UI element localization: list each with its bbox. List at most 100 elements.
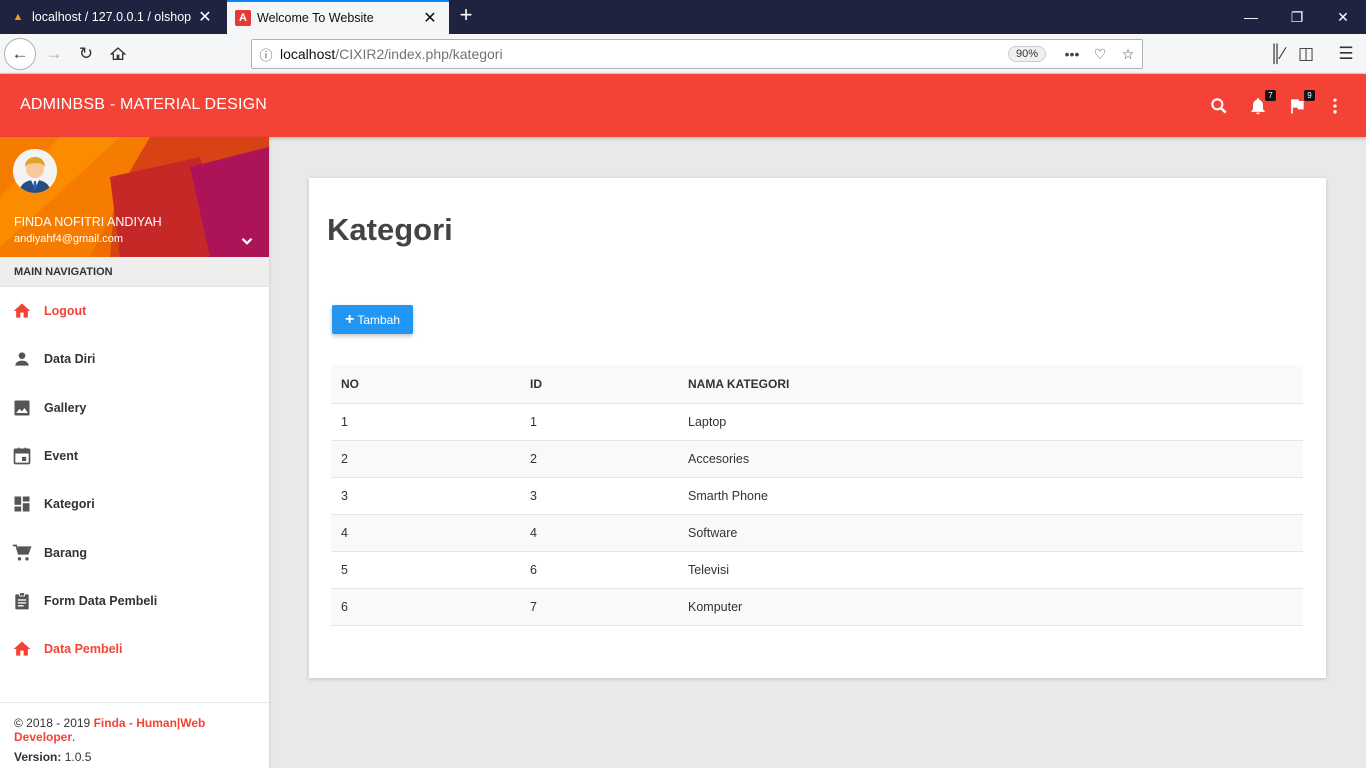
chevron-down-icon[interactable] (238, 232, 256, 250)
sidebar-item-label: Form Data Pembeli (44, 593, 158, 608)
column-header-nama-kategori[interactable]: NAMA KATEGORI (678, 365, 1303, 404)
table-row[interactable]: 3 3 Smarth Phone (331, 477, 1303, 515)
sidebar-item-form-data-pembeli[interactable]: Form Data Pembeli (0, 577, 269, 625)
zoom-indicator[interactable]: 90% (1007, 46, 1046, 62)
sidebar-item-label: Gallery (44, 400, 87, 415)
cell-no: 3 (331, 477, 520, 515)
cell-no: 5 (331, 551, 520, 589)
nav-header: MAIN NAVIGATION (0, 257, 269, 287)
flag-icon[interactable]: 9 (1285, 90, 1315, 118)
bookmark-star-icon[interactable]: ☆ (1114, 46, 1142, 63)
close-tab-icon[interactable]: ✕ (419, 8, 441, 28)
sidebar-item-logout[interactable]: Logout (0, 287, 269, 335)
column-header-no[interactable]: NO (331, 365, 520, 404)
sidebar-item-gallery[interactable]: Gallery (0, 384, 269, 432)
cell-no: 1 (331, 403, 520, 441)
browser-tab-phpmyadmin[interactable]: ▲ localhost / 127.0.0.1 / olshop | p ✕ (0, 0, 224, 34)
home-icon[interactable] (102, 38, 134, 70)
plus-icon: + (344, 310, 355, 328)
sidebar-item-data-pembeli[interactable]: Data Pembeli (0, 625, 269, 673)
page-actions-icon[interactable]: ••• (1058, 46, 1086, 62)
dashboard-icon (12, 494, 32, 514)
user-name: FINDA NOFITRI ANDIYAH (14, 215, 162, 229)
library-icon[interactable]: ║∕ (1261, 38, 1293, 70)
sidebar-toggle-icon[interactable]: ◫ (1290, 38, 1322, 70)
close-tab-icon[interactable]: ✕ (194, 7, 216, 27)
table-row[interactable]: 6 7 Komputer (331, 588, 1303, 626)
cell-id: 3 (520, 477, 678, 515)
sidebar-item-data-diri[interactable]: Data Diri (0, 335, 269, 383)
calendar-icon (12, 446, 32, 466)
kategori-card: Kategori + Tambah NO ID NAMA KATEGORI 1 … (309, 178, 1326, 678)
brand-title[interactable]: ADMINBSB - MATERIAL DESIGN (20, 96, 267, 114)
version-value: 1.0.5 (61, 750, 92, 764)
sidebar: FINDA NOFITRI ANDIYAH andiyahf4@gmail.co… (0, 137, 269, 768)
page-title: Kategori (327, 212, 453, 247)
cell-nama-kategori: Televisi (678, 551, 1303, 589)
browser-tabbar: ▲ localhost / 127.0.0.1 / olshop | p ✕ A… (0, 0, 1366, 34)
minimize-icon[interactable]: — (1228, 0, 1274, 34)
site-info-icon[interactable]: ⓘ (252, 45, 280, 64)
table-row[interactable]: 5 6 Televisi (331, 551, 1303, 589)
cell-no: 2 (331, 440, 520, 478)
address-bar[interactable]: ⓘ localhost/CIXIR2/index.php/kategori 90… (251, 39, 1143, 69)
person-icon (12, 349, 32, 369)
cell-nama-kategori: Accesories (678, 440, 1303, 478)
url-path: /CIXIR2/index.php/kategori (335, 46, 503, 62)
reload-icon[interactable]: ↻ (70, 38, 102, 70)
add-button-label: Tambah (357, 312, 401, 327)
cell-nama-kategori: Smarth Phone (678, 477, 1303, 515)
browser-tab-active[interactable]: A Welcome To Website ✕ (227, 0, 449, 34)
cell-nama-kategori: Komputer (678, 588, 1303, 626)
table-row[interactable]: 1 1 Laptop (331, 403, 1303, 441)
sidebar-item-kategori[interactable]: Kategori (0, 480, 269, 528)
browser-navbar: ← → ↻ ⓘ localhost/CIXIR2/index.php/kateg… (0, 34, 1366, 74)
home-icon (12, 639, 32, 659)
add-button[interactable]: + Tambah (332, 305, 413, 334)
copyright-prefix: © 2018 - 2019 (14, 716, 94, 730)
user-email: andiyahf4@gmail.com (14, 233, 123, 245)
window-close-icon[interactable]: ✕ (1320, 0, 1366, 34)
tasks-badge: 9 (1304, 90, 1315, 101)
sidebar-item-label: Data Pembeli (44, 642, 123, 657)
forward-icon[interactable]: → (38, 38, 70, 70)
cell-no: 4 (331, 514, 520, 552)
version: Version: 1.0.5 (14, 750, 255, 764)
image-icon (12, 398, 32, 418)
sidebar-menu: Logout Data Diri Gallery Event Kategori … (0, 287, 269, 673)
table-row[interactable]: 4 4 Software (331, 514, 1303, 552)
cell-nama-kategori: Laptop (678, 403, 1303, 441)
sidebar-item-event[interactable]: Event (0, 432, 269, 480)
cell-id: 2 (520, 440, 678, 478)
copyright: © 2018 - 2019 Finda - Human|Web Develope… (14, 716, 255, 744)
avatar[interactable] (13, 149, 57, 193)
cell-id: 1 (520, 403, 678, 441)
assignment-icon (12, 591, 32, 611)
kategori-table: NO ID NAMA KATEGORI 1 1 Laptop 2 2 Acces… (331, 365, 1303, 626)
column-header-id[interactable]: ID (520, 365, 678, 404)
url-host: localhost (280, 46, 336, 62)
url-text[interactable]: localhost/CIXIR2/index.php/kategori (280, 46, 1008, 62)
more-vert-icon[interactable] (1323, 94, 1347, 118)
table-header-row: NO ID NAMA KATEGORI (331, 365, 1303, 404)
sidebar-item-label: Barang (44, 545, 88, 560)
copyright-suffix: . (72, 730, 76, 744)
table-row[interactable]: 2 2 Accesories (331, 440, 1303, 478)
cell-id: 4 (520, 514, 678, 552)
notifications-icon[interactable]: 7 (1246, 90, 1276, 118)
restore-icon[interactable]: ❐ (1274, 0, 1320, 34)
notifications-badge: 7 (1265, 90, 1276, 101)
home-icon (12, 301, 32, 321)
menu-hamburger-icon[interactable]: ☰ (1330, 38, 1362, 70)
user-info: FINDA NOFITRI ANDIYAH andiyahf4@gmail.co… (0, 137, 269, 257)
pocket-icon[interactable]: ♡ (1086, 46, 1114, 63)
phpmyadmin-icon: ▲ (12, 11, 24, 23)
sidebar-item-barang[interactable]: Barang (0, 528, 269, 576)
search-icon[interactable] (1207, 94, 1231, 118)
adminbsb-icon: A (235, 10, 251, 26)
new-tab-icon[interactable]: + (455, 4, 477, 28)
tab-title: localhost / 127.0.0.1 / olshop | p (32, 10, 194, 24)
version-label: Version: (14, 750, 62, 764)
tab-title: Welcome To Website (257, 11, 374, 25)
back-icon[interactable]: ← (4, 38, 36, 70)
